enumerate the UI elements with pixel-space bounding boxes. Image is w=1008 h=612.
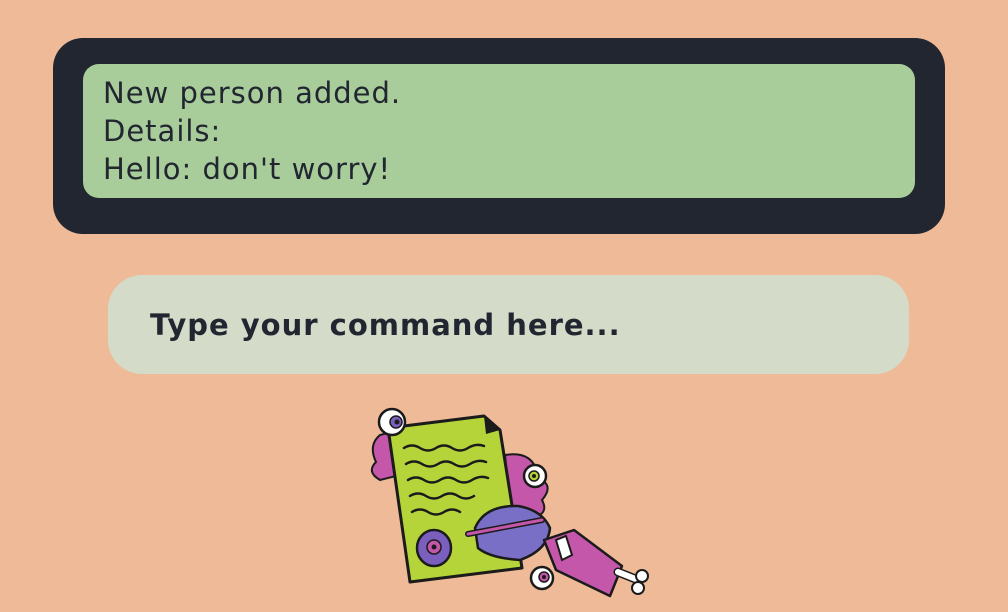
result-line: New person added. [103, 76, 402, 110]
result-display: New person added. Details: Hello: don't … [83, 64, 915, 198]
command-input[interactable] [150, 303, 870, 347]
result-line: Hello: don't worry! [103, 152, 392, 186]
monster-writing-note-illustration [370, 407, 649, 598]
result-line: Details: [103, 114, 222, 148]
app-window: New person added. Details: Hello: don't … [0, 0, 1008, 612]
result-display-frame: New person added. Details: Hello: don't … [53, 38, 945, 234]
command-box[interactable] [108, 275, 909, 374]
